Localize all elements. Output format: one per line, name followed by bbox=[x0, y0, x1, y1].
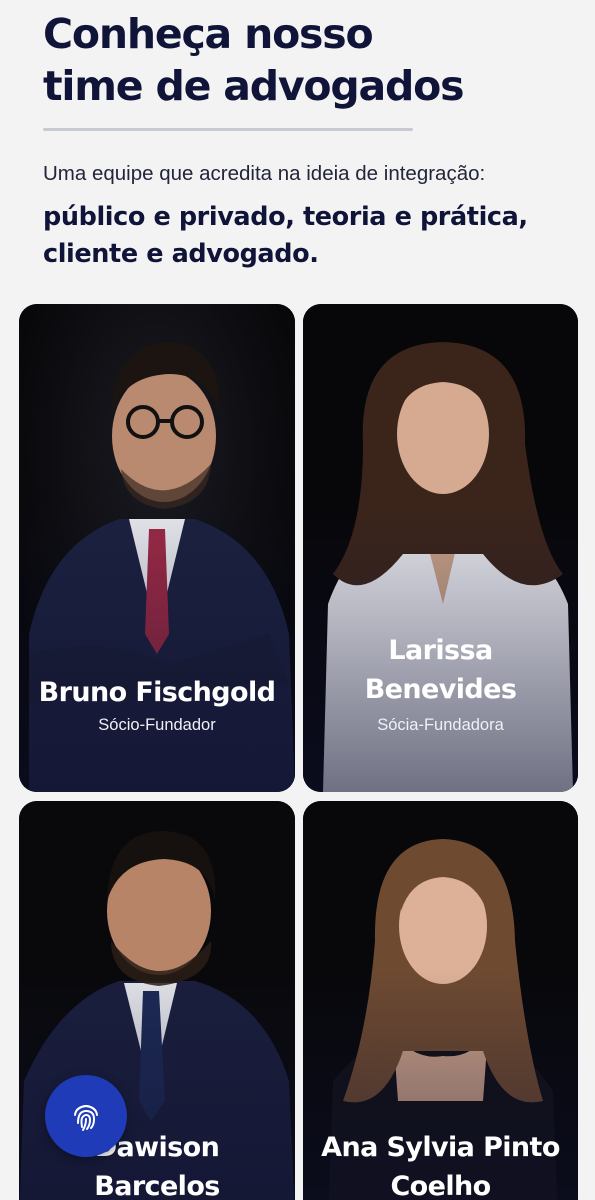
intro-highlight-line-2: cliente e advogado. bbox=[43, 239, 319, 269]
intro-highlight-line-1: público e privado, teoria e prática, bbox=[43, 202, 528, 232]
member-name: Bruno Fischgold bbox=[38, 677, 276, 708]
team-card-larissa[interactable]: Larissa Benevides Sócia-Fundadora bbox=[303, 304, 578, 792]
member-name-line-2: Benevides bbox=[364, 674, 517, 705]
member-role: Sócia-Fundadora bbox=[377, 716, 504, 734]
member-name-line-1: Larissa bbox=[388, 635, 493, 666]
team-card-bruno[interactable]: Bruno Fischgold Sócio-Fundador bbox=[19, 304, 295, 792]
member-name: Ana Sylvia Pinto Coelho bbox=[303, 1128, 578, 1200]
page-title: Conheça nosso time de advogados bbox=[43, 8, 465, 112]
fingerprint-button[interactable] bbox=[45, 1075, 127, 1157]
team-card-ana-sylvia[interactable]: Ana Sylvia Pinto Coelho bbox=[303, 801, 578, 1200]
member-role: Sócio-Fundador bbox=[98, 716, 216, 734]
member-name-line-2: Coelho bbox=[390, 1171, 491, 1200]
member-name: Larissa Benevides bbox=[303, 631, 578, 709]
member-name-line-1: Ana Sylvia Pinto bbox=[321, 1132, 560, 1163]
page-title-line-2: time de advogados bbox=[43, 62, 465, 110]
intro-text: Uma equipe que acredita na ideia de inte… bbox=[43, 162, 486, 185]
intro-highlight: público e privado, teoria e prática, cli… bbox=[43, 199, 588, 273]
member-name-line-2: Barcelos bbox=[94, 1171, 220, 1200]
team-page: Conheça nosso time de advogados Uma equi… bbox=[0, 0, 595, 1200]
title-divider bbox=[43, 128, 413, 131]
fingerprint-icon bbox=[74, 1104, 98, 1131]
page-title-line-1: Conheça nosso bbox=[43, 10, 374, 58]
